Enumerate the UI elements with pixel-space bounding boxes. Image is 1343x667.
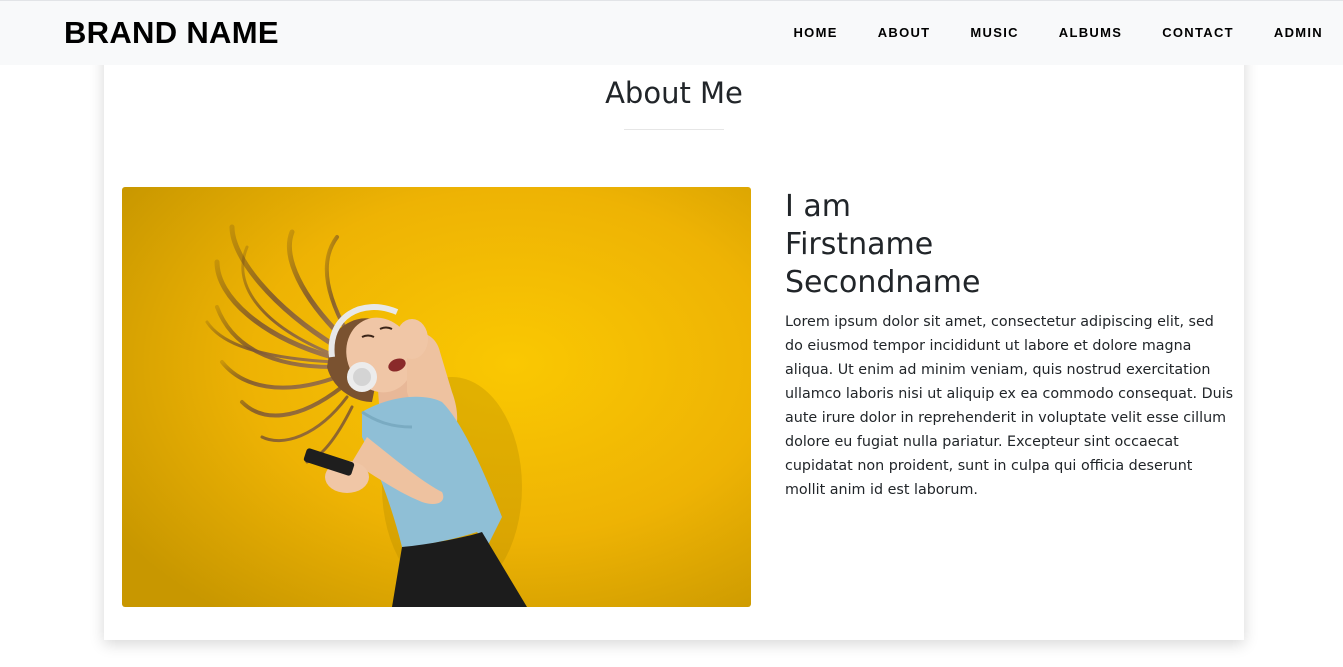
about-card: About Me I am Firstname Secondname Lorem… <box>104 48 1244 640</box>
nav-link-about[interactable]: ABOUT <box>878 25 931 40</box>
heading-line-2: Firstname <box>785 227 934 262</box>
navbar: BRAND NAME HOME ABOUT MUSIC ALBUMS CONTA… <box>0 0 1343 65</box>
nav-menu: HOME ABOUT MUSIC ALBUMS CONTACT ADMIN <box>753 25 1323 40</box>
about-heading: I am Firstname Secondname <box>785 188 980 302</box>
nav-link-music[interactable]: MUSIC <box>970 25 1018 40</box>
heading-line-1: I am <box>785 189 851 224</box>
nav-link-contact[interactable]: CONTACT <box>1162 25 1234 40</box>
title-divider <box>624 129 724 130</box>
brand-logo[interactable]: BRAND NAME <box>64 15 279 51</box>
section-title: About Me <box>605 76 743 110</box>
bio-paragraph: Lorem ipsum dolor sit amet, consectetur … <box>785 314 1234 498</box>
nav-link-admin[interactable]: ADMIN <box>1274 25 1323 40</box>
nav-link-albums[interactable]: ALBUMS <box>1059 25 1122 40</box>
heading-line-3: Secondname <box>785 265 981 300</box>
profile-photo <box>122 187 751 607</box>
nav-link-home[interactable]: HOME <box>793 25 837 40</box>
